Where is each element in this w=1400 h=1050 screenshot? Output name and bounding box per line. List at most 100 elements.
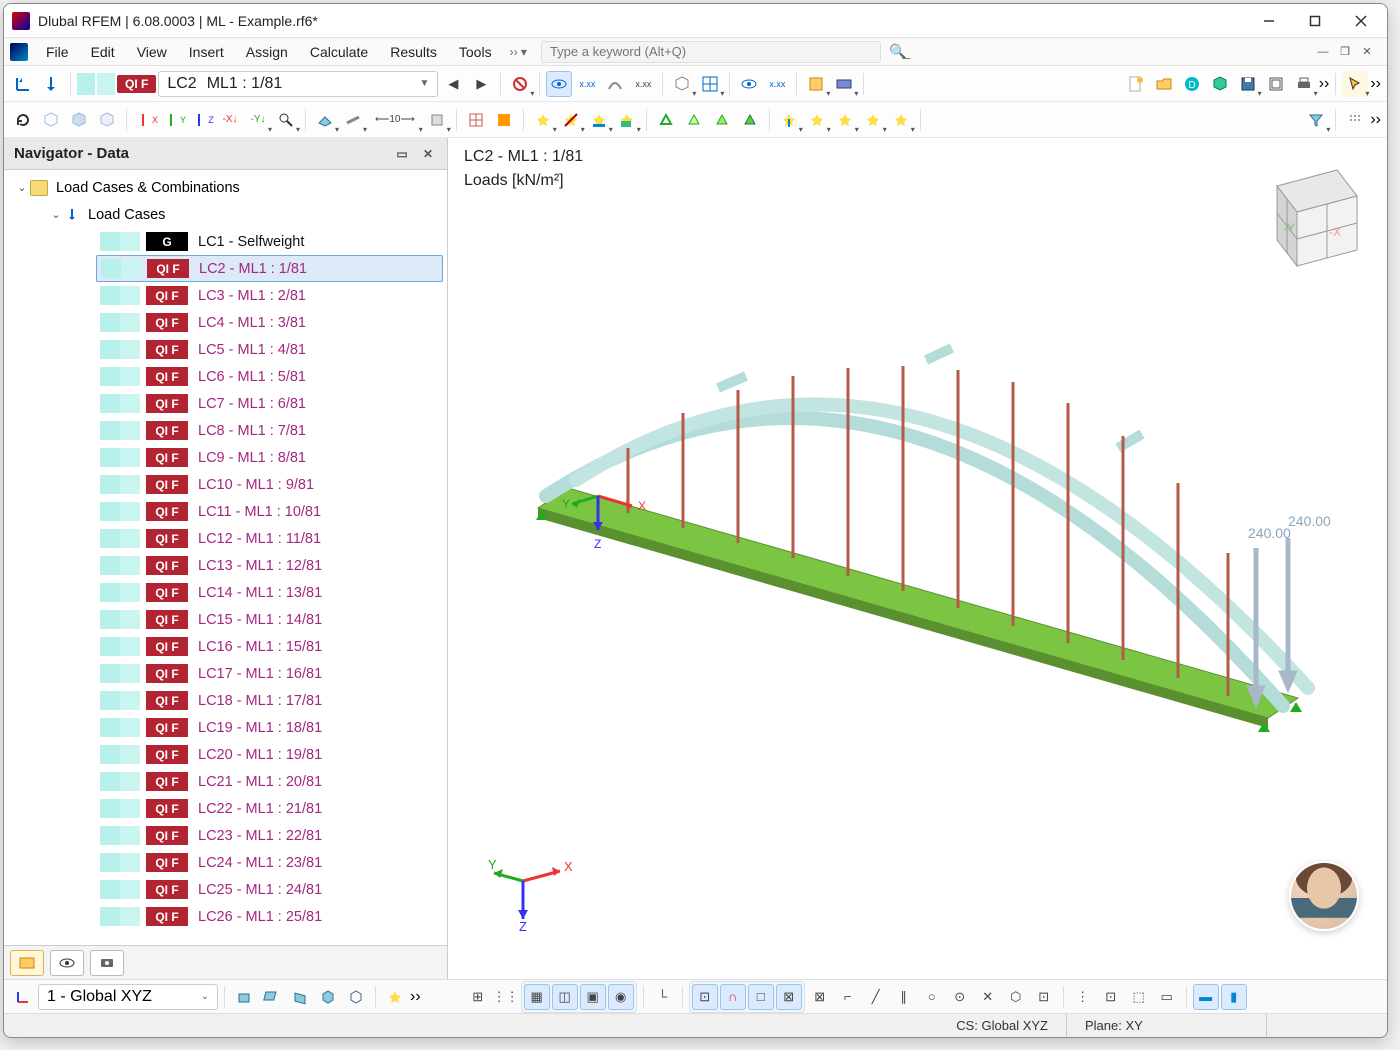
new-member-button[interactable]: ▾ xyxy=(586,107,612,133)
filter-button[interactable]: ▾ xyxy=(1303,107,1329,133)
menu-file[interactable]: File xyxy=(36,41,79,63)
grid-view-button[interactable]: ▾ xyxy=(697,71,723,97)
cs-icon[interactable] xyxy=(10,984,36,1010)
zoom-button[interactable]: ▾ xyxy=(273,107,299,133)
show-deform-button[interactable] xyxy=(546,71,572,97)
print-button[interactable]: ▾ xyxy=(1291,71,1317,97)
snap-2[interactable]: ◫ xyxy=(552,984,578,1010)
menu-calculate[interactable]: Calculate xyxy=(300,41,378,63)
load-2-button[interactable]: ▾ xyxy=(804,107,830,133)
loadcase-item[interactable]: QI FLC5 - ML1 : 4/81 xyxy=(4,336,447,363)
show-values-3[interactable]: x.xx xyxy=(630,71,656,97)
new-node-button[interactable]: ▾ xyxy=(530,107,556,133)
proj-yz-button[interactable] xyxy=(287,984,313,1010)
axis-x-button[interactable]: X xyxy=(133,107,159,133)
navigator-tree[interactable]: ⌄ Load Cases & Combinations ⌄ Load Cases… xyxy=(4,170,447,945)
load-5-button[interactable]: ▾ xyxy=(888,107,914,133)
search-input[interactable] xyxy=(550,44,872,59)
snap-star-button[interactable] xyxy=(382,984,408,1010)
load-4-button[interactable]: ▾ xyxy=(860,107,886,133)
prev-loadcase-button[interactable]: ◀ xyxy=(440,71,466,97)
section-button[interactable]: ▾ xyxy=(340,107,366,133)
loadcase-item[interactable]: QI FLC24 - ML1 : 23/81 xyxy=(4,849,447,876)
workplane-button[interactable]: ▾ xyxy=(312,107,338,133)
expand-icon[interactable]: ⌄ xyxy=(14,181,30,194)
loadcase-item[interactable]: QI FLC10 - ML1 : 9/81 xyxy=(4,471,447,498)
lc-tool-2[interactable] xyxy=(38,71,64,97)
transparent-button[interactable] xyxy=(94,107,120,133)
loadcase-dropdown[interactable]: LC2 ML1 : 1/81 ▼ xyxy=(158,71,438,97)
mdi-minimize-icon[interactable]: — xyxy=(1315,44,1331,60)
assistant-avatar[interactable] xyxy=(1289,861,1359,931)
ortho-button[interactable]: ▬ xyxy=(1193,984,1219,1010)
model-viewport[interactable]: LC2 - ML1 : 1/81 Loads [kN/m²] xyxy=(448,138,1387,979)
proj-xz-button[interactable] xyxy=(259,984,285,1010)
loadcase-item-lc1[interactable]: G LC1 - Selfweight xyxy=(4,228,447,255)
loadcase-item[interactable]: QI FLC18 - ML1 : 17/81 xyxy=(4,687,447,714)
animation-button[interactable]: ▾ xyxy=(831,71,857,97)
next-loadcase-button[interactable]: ▶ xyxy=(468,71,494,97)
polar-button[interactable]: ▮ xyxy=(1221,984,1247,1010)
new-surface-button[interactable]: ▾ xyxy=(614,107,640,133)
loadcase-item[interactable]: QI FLC9 - ML1 : 8/81 xyxy=(4,444,447,471)
mesh-button[interactable] xyxy=(463,107,489,133)
maximize-button[interactable] xyxy=(1301,7,1329,35)
menu-tools[interactable]: Tools xyxy=(449,41,502,63)
loadcase-item[interactable]: QI FLC13 - ML1 : 12/81 xyxy=(4,552,447,579)
menu-results[interactable]: Results xyxy=(380,41,447,63)
minimize-button[interactable] xyxy=(1255,7,1283,35)
refresh-button[interactable] xyxy=(10,107,36,133)
iso-view-button[interactable]: ▾ xyxy=(669,71,695,97)
osnap-circ[interactable]: ○ xyxy=(919,984,945,1010)
menu-insert[interactable]: Insert xyxy=(179,41,234,63)
toolbar1-overflow-2[interactable]: ›› xyxy=(1370,75,1381,93)
delete-results-button[interactable]: ▾ xyxy=(507,71,533,97)
wireframe-button[interactable] xyxy=(38,107,64,133)
support-4-button[interactable] xyxy=(737,107,763,133)
draw-origin-button[interactable]: └ xyxy=(650,984,676,1010)
loadcase-item[interactable]: QI FLC22 - ML1 : 21/81 xyxy=(4,795,447,822)
snap-grid-button[interactable]: ⊞ xyxy=(465,984,491,1010)
load-3-button[interactable]: ▾ xyxy=(832,107,858,133)
loadcase-item[interactable]: QI FLC14 - ML1 : 13/81 xyxy=(4,579,447,606)
snap-4[interactable]: ◉ xyxy=(608,984,634,1010)
panel-float-button[interactable]: ▭ xyxy=(393,145,411,163)
axis-ny-button[interactable]: -Y↓▾ xyxy=(245,107,271,133)
support-3-button[interactable] xyxy=(709,107,735,133)
show-values-1[interactable]: x.xx xyxy=(574,71,600,97)
close-button[interactable] xyxy=(1347,7,1375,35)
osnap-mid[interactable]: ⊠ xyxy=(776,984,802,1010)
load-1-button[interactable]: ▾ xyxy=(776,107,802,133)
osnap-tan[interactable]: ✕ xyxy=(975,984,1001,1010)
osnap-magnet[interactable]: ∩ xyxy=(720,984,746,1010)
proj-3d-button[interactable] xyxy=(315,984,341,1010)
search-icon[interactable]: 🔍̲ xyxy=(889,43,906,60)
show-surfaces-button[interactable] xyxy=(736,71,762,97)
menu-assign[interactable]: Assign xyxy=(236,41,298,63)
solid-button[interactable] xyxy=(66,107,92,133)
osnap-cen[interactable]: ⊙ xyxy=(947,984,973,1010)
loadcase-item[interactable]: QI FLC17 - ML1 : 16/81 xyxy=(4,660,447,687)
proj-xy-button[interactable] xyxy=(231,984,257,1010)
nav-tab-views[interactable] xyxy=(90,950,124,976)
loadcase-item[interactable]: QI FLC7 - ML1 : 6/81 xyxy=(4,390,447,417)
snap-1[interactable]: ▦ xyxy=(524,984,550,1010)
loadcase-item[interactable]: QI FLC26 - ML1 : 25/81 xyxy=(4,903,447,930)
osnap-perp[interactable]: ⌐ xyxy=(835,984,861,1010)
new-model-button[interactable] xyxy=(1123,71,1149,97)
loadcase-item[interactable]: QI FLC21 - ML1 : 20/81 xyxy=(4,768,447,795)
dimension-button[interactable]: ⟵10⟶▾ xyxy=(368,107,422,133)
guide-4[interactable]: ▭ xyxy=(1154,984,1180,1010)
surf-values-button[interactable]: x.xx xyxy=(764,71,790,97)
toolbar1-overflow[interactable]: ›› xyxy=(1319,75,1330,93)
keyword-search[interactable] xyxy=(541,41,881,63)
coord-system-dropdown[interactable]: 1 - Global XYZ ⌄ xyxy=(38,984,218,1010)
open-model-button[interactable] xyxy=(1151,71,1177,97)
orientation-cube[interactable]: -Y -X xyxy=(1247,158,1367,278)
loadcase-item[interactable]: QI FLC12 - ML1 : 11/81 xyxy=(4,525,447,552)
save-button[interactable]: ▾ xyxy=(1235,71,1261,97)
nav-tab-display[interactable] xyxy=(50,950,84,976)
show-values-2[interactable] xyxy=(602,71,628,97)
loadcase-item[interactable]: QI FLC4 - ML1 : 3/81 xyxy=(4,309,447,336)
save-as-button[interactable] xyxy=(1263,71,1289,97)
